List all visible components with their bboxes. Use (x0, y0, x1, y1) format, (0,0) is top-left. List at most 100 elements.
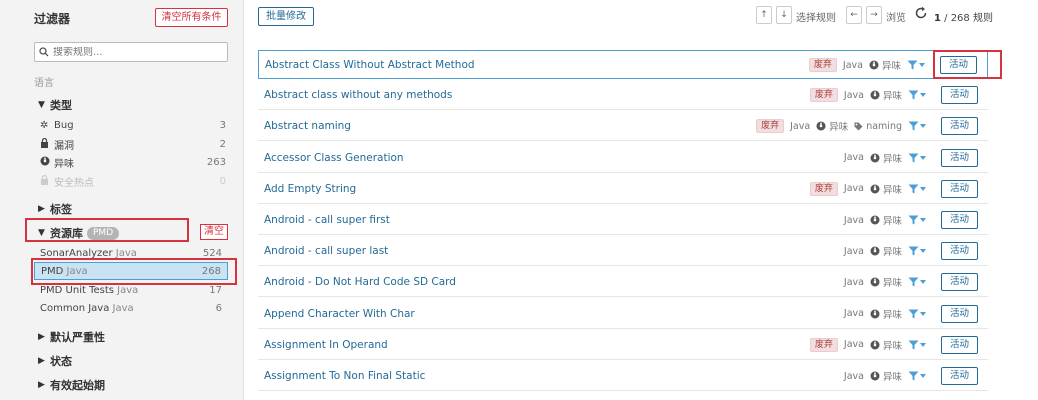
filter-icon[interactable] (908, 215, 926, 225)
repo-item-label: PMD Unit Tests (40, 284, 114, 296)
activate-button[interactable]: 活动 (941, 86, 978, 105)
rule-row[interactable]: Append Character With Char Java 异味 活动 (258, 300, 988, 329)
select-prev-button[interactable]: ↑ (756, 6, 772, 24)
rule-row[interactable]: Add Empty String 废弃 Java 异味 活动 (258, 175, 988, 204)
type-item-security-hotspot[interactable]: 安全热点 0 (40, 173, 226, 189)
rule-language: Java (843, 339, 864, 351)
filter-icon[interactable] (908, 246, 926, 256)
rule-row[interactable]: Abstract class without any methods 废弃 Java… (258, 81, 988, 111)
available-since-facet-header[interactable]: ▶ 有效起始期 (38, 377, 105, 393)
rule-row[interactable]: Android - Do Not Hard Code SD Card Java 异味… (258, 268, 988, 298)
filter-icon[interactable] (908, 340, 926, 350)
rule-type: 异味 (870, 338, 902, 352)
select-next-button[interactable]: ↓ (776, 6, 792, 24)
rule-type-label: 异味 (882, 91, 902, 103)
deprecated-badge: 废弃 (809, 88, 838, 103)
rule-type: 异味 (870, 244, 902, 258)
activate-button[interactable]: 活动 (941, 367, 978, 385)
activate-button[interactable]: 活动 (941, 304, 978, 323)
rule-type-label: 异味 (829, 122, 849, 134)
rule-language: Java (842, 59, 863, 71)
deprecated-badge: 废弃 (809, 181, 838, 196)
filter-icon[interactable] (908, 121, 926, 131)
smell-icon (869, 60, 879, 70)
rule-row[interactable]: Android - call super first Java 异味 活动 (258, 206, 988, 235)
type-item-code-smell[interactable]: 异味 263 (40, 154, 226, 170)
rule-language: Java (843, 245, 864, 257)
chevron-right-icon: ▶ (38, 204, 45, 214)
rule-tag-label: naming (866, 120, 902, 132)
type-item-label: Bug (54, 119, 74, 131)
rule-row[interactable]: Assignment In Operand 废弃 Java 异味 活动 (258, 331, 988, 360)
arrow-up-icon: ↑ (760, 10, 768, 20)
repo-item-pmd-unit-tests[interactable]: PMD Unit Tests Java 17 (34, 281, 228, 299)
rule-meta: Java 异味 (844, 213, 926, 227)
filter-icon[interactable] (908, 184, 926, 194)
rule-name-link[interactable]: Append Character With Char (264, 308, 415, 320)
filter-icon[interactable] (908, 309, 926, 319)
smell-icon (870, 90, 880, 100)
type-facet-header[interactable]: ▼ 类型 (38, 97, 72, 113)
repo-item-label: SonarAnalyzer (40, 247, 113, 259)
arrow-right-icon: → (870, 10, 878, 20)
browse-next-button[interactable]: → (866, 6, 882, 24)
filter-icon[interactable] (908, 90, 926, 100)
rule-meta: 废弃 Java 异味 (809, 337, 926, 352)
rule-row[interactable]: Abstract Class Without Abstract Method 废弃… (258, 50, 988, 79)
rule-meta: Java 异味 (844, 307, 926, 321)
activate-button[interactable]: 活动 (941, 211, 978, 229)
severity-facet-header[interactable]: ▶ 默认严重性 (38, 329, 105, 345)
smell-icon (870, 309, 880, 319)
repo-item-common-java[interactable]: Common Java Java 6 (34, 299, 228, 317)
activate-button[interactable]: 活动 (941, 179, 978, 198)
activate-button[interactable]: 活动 (941, 242, 978, 261)
rule-name-link[interactable]: Assignment In Operand (264, 339, 388, 351)
filter-icon[interactable] (908, 153, 926, 163)
filter-icon[interactable] (908, 277, 926, 287)
rule-row[interactable]: Assignment To Non Final Static Java 异味 活动 (258, 362, 988, 391)
reload-icon[interactable] (914, 6, 928, 23)
tag-facet-header[interactable]: ▶ 标签 (38, 201, 72, 217)
repo-filter-badge: PMD (87, 226, 120, 240)
type-item-vulnerability[interactable]: 漏洞 2 (40, 136, 226, 152)
repo-clear-button[interactable]: 清空 (200, 224, 228, 240)
activate-button[interactable]: 活动 (941, 117, 978, 136)
rule-type: 异味 (870, 151, 902, 165)
rule-type-label: 异味 (882, 340, 902, 352)
rule-count-total: / 268 规则 (940, 13, 993, 24)
rule-row[interactable]: Android - call super last Java 异味 活动 (258, 237, 988, 267)
rule-language: Java (843, 152, 864, 164)
rule-search-box[interactable] (34, 42, 228, 62)
rule-type-label: 异味 (881, 61, 901, 72)
rule-name-link[interactable]: Abstract Class Without Abstract Method (265, 59, 475, 71)
activate-button[interactable]: 活动 (941, 335, 978, 354)
type-item-bug[interactable]: ✲ Bug 3 (40, 117, 226, 133)
browse-prev-button[interactable]: ← (846, 6, 862, 24)
rule-row[interactable]: Accessor Class Generation Java 异味 活动 (258, 144, 988, 173)
rule-name-link[interactable]: Android - Do Not Hard Code SD Card (264, 276, 456, 288)
activate-button[interactable]: 活动 (941, 148, 978, 167)
rule-name-link[interactable]: Abstract naming (264, 120, 351, 132)
select-rule-label: 选择规则 (796, 13, 836, 24)
search-input[interactable] (53, 46, 218, 58)
bulk-change-button[interactable]: 批量修改 (258, 7, 314, 26)
filter-icon[interactable] (907, 60, 925, 70)
rule-name-link[interactable]: Abstract class without any methods (264, 89, 452, 101)
rule-language: Java (843, 214, 864, 226)
rule-name-link[interactable]: Android - call super last (264, 245, 388, 257)
lock-icon (40, 137, 54, 151)
repo-item-count: 524 (202, 247, 222, 259)
activate-button[interactable]: 活动 (941, 273, 978, 292)
repo-item-pmd[interactable]: PMD Java 268 (34, 262, 228, 280)
filter-icon[interactable] (908, 371, 926, 381)
repo-facet-label: 资源库 (50, 227, 83, 240)
rule-name-link[interactable]: Add Empty String (264, 183, 356, 195)
repo-facet-header[interactable]: ▼ 资源库 PMD (38, 225, 120, 241)
rule-name-link[interactable]: Android - call super first (264, 214, 390, 226)
clear-all-filters-button[interactable]: 清空所有条件 (155, 8, 228, 27)
rule-name-link[interactable]: Accessor Class Generation (264, 152, 404, 164)
rule-row[interactable]: Abstract naming 废弃 Java 异味 naming 活动 (258, 112, 988, 142)
deprecated-badge: 废弃 (756, 119, 785, 134)
rule-name-link[interactable]: Assignment To Non Final Static (264, 370, 425, 382)
status-facet-header[interactable]: ▶ 状态 (38, 353, 72, 369)
